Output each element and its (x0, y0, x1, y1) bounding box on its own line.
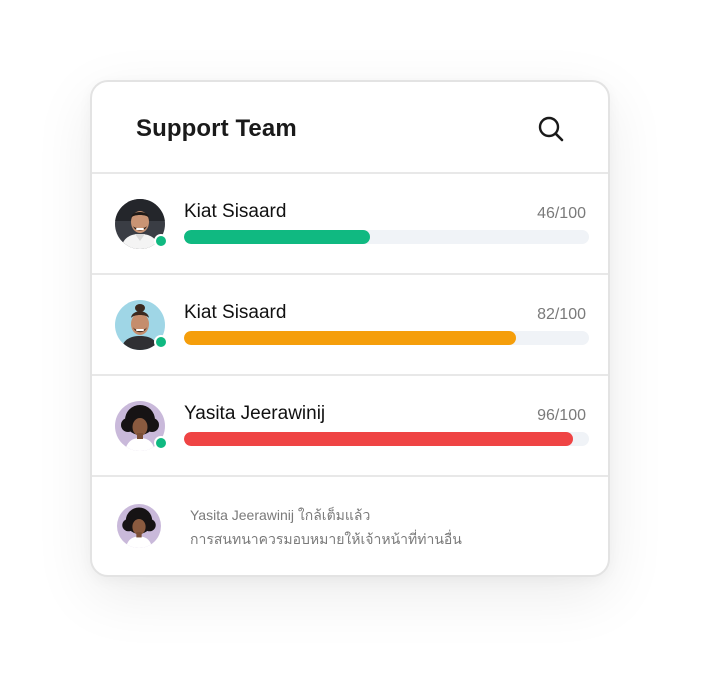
search-icon (538, 116, 564, 142)
progress-track (184, 230, 589, 244)
avatar-container (115, 401, 168, 451)
card-title: Support Team (136, 115, 297, 142)
support-team-card: Support Team Kiat Sisaard 46/100 Kiat Si… (90, 80, 610, 577)
progress-track (184, 331, 589, 345)
avatar-container (117, 504, 161, 548)
notice-message: การสนทนาควรมอบหมายให้เจ้าหน้าที่ท่านอื่น (190, 531, 462, 547)
agent-name: Kiat Sisaard (184, 201, 287, 222)
progress-fill (184, 432, 573, 446)
notice-title: Yasita Jeerawinij ใกล้เต็มแล้ว (190, 507, 371, 523)
agent-row[interactable]: Yasita Jeerawinij 96/100 (92, 376, 608, 477)
agent-row[interactable]: Kiat Sisaard 82/100 (92, 275, 608, 376)
agent-score: 46/100 (537, 205, 586, 222)
avatar-container (115, 300, 168, 350)
card-header: Support Team (92, 82, 608, 174)
agent-score: 82/100 (537, 306, 586, 323)
agent-name: Yasita Jeerawinij (184, 403, 326, 424)
online-status-dot (154, 335, 168, 349)
agent-row[interactable]: Kiat Sisaard 46/100 (92, 174, 608, 275)
progress-track (184, 432, 589, 446)
capacity-notice: Yasita Jeerawinij ใกล้เต็มแล้ว การสนทนาค… (92, 478, 608, 575)
progress-fill (184, 331, 517, 345)
avatar (117, 504, 161, 548)
online-status-dot (154, 234, 168, 248)
agent-score: 96/100 (537, 407, 586, 424)
search-button[interactable] (536, 114, 566, 144)
agent-name: Kiat Sisaard (184, 302, 287, 323)
progress-fill (184, 230, 371, 244)
avatar-container (115, 199, 168, 249)
online-status-dot (154, 436, 168, 450)
